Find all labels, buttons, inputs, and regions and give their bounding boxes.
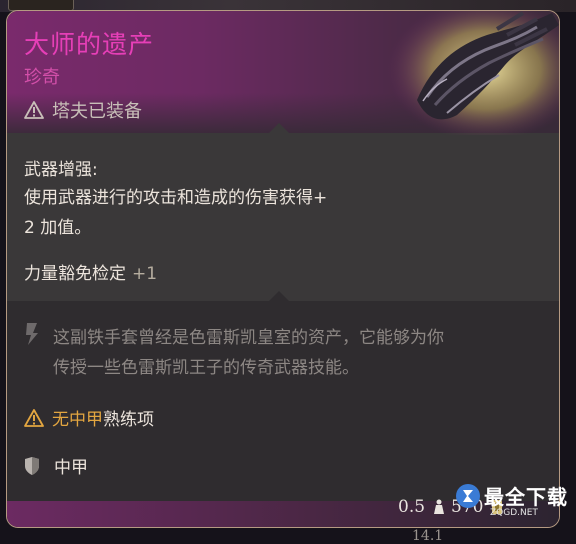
weapon-enhancement-title: 武器增强:	[24, 160, 98, 180]
proficiency-label: 熟练项	[103, 410, 154, 430]
strength-save-bonus: 力量豁免检定 +1	[24, 259, 157, 284]
strength-save-value: +1	[132, 264, 158, 284]
lore-section: 这副铁手套曾经是色雷斯凯皇室的资产，它能够为你 传授一些色雷斯凯王子的传奇武器技…	[7, 291, 559, 501]
lore-text-line1: 这副铁手套曾经是色雷斯凯皇室的资产，它能够为你	[53, 328, 444, 348]
item-rarity: 珍奇	[24, 67, 60, 88]
section-divider-arrow	[269, 291, 289, 301]
watermark-url: ZQGD.NET	[490, 508, 538, 518]
equipped-by-label: 塔夫已装备	[52, 101, 142, 122]
strength-save-label: 力量豁免检定	[24, 264, 126, 284]
lore-text-line2: 传授一些色雷斯凯王子的传奇武器技能。	[53, 358, 359, 378]
weapon-enhancement-section: 武器增强: 使用武器进行的攻击和造成的伤害获得+ 2 加值。 力量豁免检定 +1	[7, 123, 559, 301]
armor-shield-icon	[25, 456, 39, 475]
warning-triangle-icon	[24, 101, 44, 119]
weight-icon	[434, 499, 445, 514]
warning-triangle-icon	[24, 408, 44, 427]
gauntlet-item-art	[387, 11, 559, 135]
lore-scroll-icon	[26, 323, 38, 345]
watermark-text: 最全下载	[484, 485, 568, 509]
weapon-enhancement-desc-line2: 2 加值。	[24, 218, 92, 238]
watermark: 最全下载 ZQGD.NET	[454, 478, 572, 522]
background-value: 14.1	[412, 528, 444, 544]
no-medium-armor-label: 无中甲	[52, 410, 103, 430]
watermark-logo-icon	[456, 484, 480, 508]
equipped-status: 塔夫已装备	[24, 97, 142, 123]
armor-type-label: 中甲	[54, 458, 88, 478]
weapon-enhancement-desc-line1: 使用武器进行的攻击和造成的伤害获得+	[24, 188, 328, 208]
item-name: 大师的遗产	[24, 30, 155, 59]
proficiency-warning: 无中甲 熟练项	[24, 405, 154, 430]
armor-type: 中甲	[24, 453, 88, 478]
weight-value: 0.5	[398, 497, 426, 517]
item-tooltip: 大师的遗产 珍奇 塔夫已装备 武器增强: 使用武器进行的攻击和造成的伤害获得+ …	[6, 10, 560, 528]
section-divider-arrow	[269, 123, 289, 133]
